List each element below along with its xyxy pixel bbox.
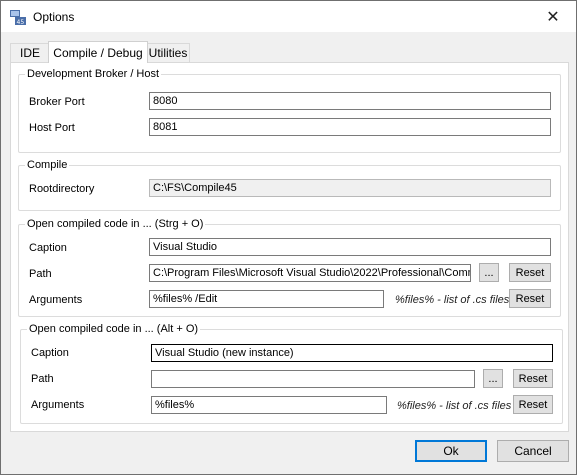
arguments-input[interactable]: %files% (151, 396, 387, 414)
host-port-label: Host Port (29, 122, 75, 134)
group-legend: Compile (25, 159, 70, 171)
caption-input[interactable]: Visual Studio (new instance) (151, 344, 553, 362)
host-port-input[interactable]: 8081 (149, 118, 551, 136)
caption-label: Caption (31, 347, 69, 359)
path-reset-button[interactable]: Reset (513, 369, 553, 388)
arguments-label: Arguments (29, 294, 83, 306)
arguments-input[interactable]: %files% /Edit (149, 290, 384, 308)
tab-strip: IDE Compile / Debug Utilities (10, 41, 570, 63)
rootdirectory-label: Rootdirectory (29, 183, 95, 195)
app-icon: 45 (10, 10, 26, 25)
tab-ide[interactable]: IDE (10, 43, 50, 62)
path-reset-button[interactable]: Reset (509, 263, 551, 282)
open-strg-group: Open compiled code in ... (Strg + O) Cap… (18, 218, 561, 317)
title-bar[interactable]: 45 Options ✕ (1, 1, 576, 32)
tab-compile-debug[interactable]: Compile / Debug (48, 41, 148, 63)
compile-group: Compile Rootdirectory C:\FS\Compile45 (18, 159, 561, 211)
group-legend: Open compiled code in ... (Alt + O) (27, 323, 201, 335)
svg-text:45: 45 (17, 19, 25, 25)
tab-utilities[interactable]: Utilities (146, 43, 190, 62)
window-title: Options (33, 10, 75, 24)
ok-button[interactable]: Ok (415, 440, 487, 462)
path-input[interactable]: C:\Program Files\Microsoft Visual Studio… (149, 264, 471, 282)
options-window: 45 Options ✕ IDE Compile / Debug Utiliti… (0, 0, 577, 475)
close-button[interactable]: ✕ (530, 1, 576, 32)
arguments-hint: %files% - list of .cs files (397, 400, 512, 412)
group-legend: Development Broker / Host (25, 68, 162, 80)
arguments-reset-button[interactable]: Reset (509, 289, 551, 308)
broker-port-label: Broker Port (29, 96, 85, 108)
caption-label: Caption (29, 242, 67, 254)
compile-debug-panel: Development Broker / Host Broker Port 80… (10, 62, 569, 432)
dev-broker-group: Development Broker / Host Broker Port 80… (18, 68, 561, 153)
broker-port-input[interactable]: 8080 (149, 92, 551, 110)
arguments-reset-button[interactable]: Reset (513, 395, 553, 414)
rootdirectory-input[interactable]: C:\FS\Compile45 (149, 179, 551, 197)
path-label: Path (29, 268, 52, 280)
cancel-button[interactable]: Cancel (497, 440, 569, 462)
browse-button[interactable]: ... (479, 263, 499, 282)
close-icon: ✕ (546, 8, 560, 26)
open-alt-group: Open compiled code in ... (Alt + O) Capt… (20, 323, 563, 424)
caption-input[interactable]: Visual Studio (149, 238, 551, 256)
group-legend: Open compiled code in ... (Strg + O) (25, 218, 206, 230)
path-input[interactable] (151, 370, 475, 388)
path-label: Path (31, 373, 54, 385)
browse-button[interactable]: ... (483, 369, 503, 388)
arguments-label: Arguments (31, 399, 85, 411)
arguments-hint: %files% - list of .cs files (395, 294, 510, 306)
